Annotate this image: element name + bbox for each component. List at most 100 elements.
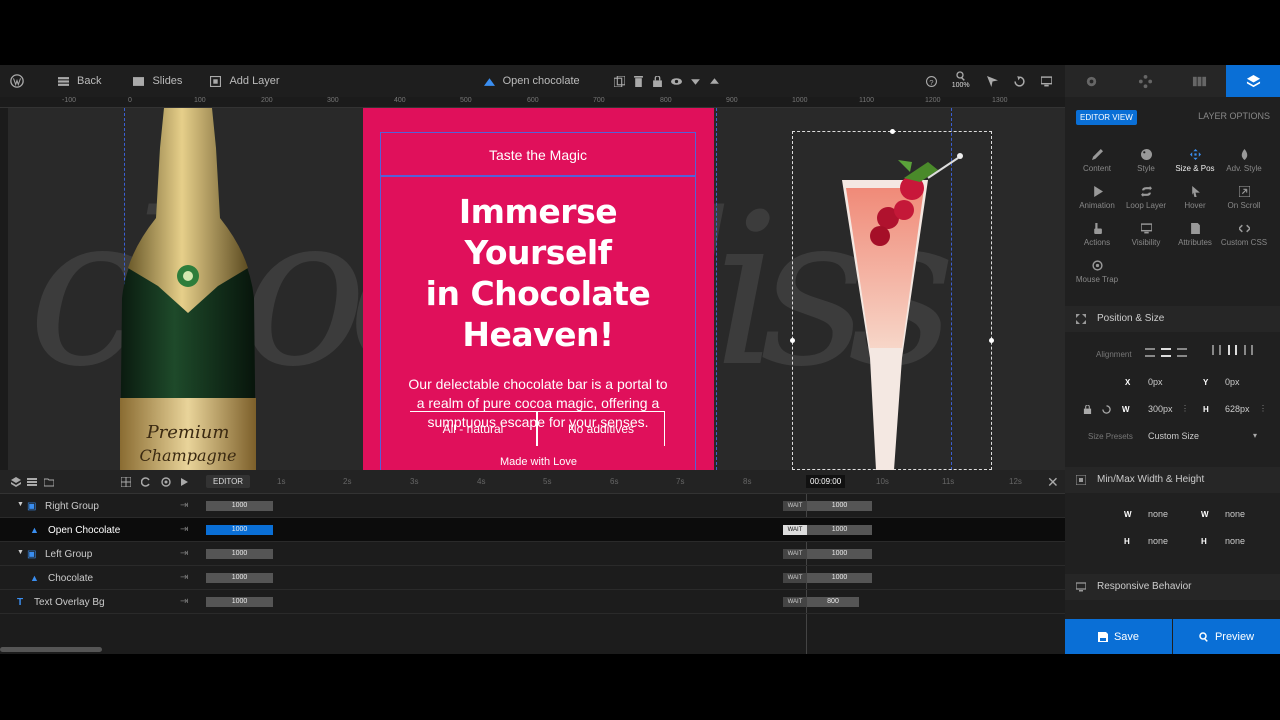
option-attributes[interactable]: Attributes <box>1169 223 1221 247</box>
headline[interactable]: Immerse Yourself in Chocolate Heaven! <box>381 191 695 355</box>
tab-layers[interactable] <box>1226 65 1280 97</box>
collapse-icon[interactable]: ▼ <box>17 501 24 508</box>
section-position-size[interactable]: Position & Size <box>1065 306 1280 332</box>
align-middle-button[interactable] <box>1228 345 1237 355</box>
width-menu-icon[interactable]: ⋮ <box>1181 404 1189 413</box>
delete-button[interactable] <box>629 65 648 97</box>
loop-icon[interactable] <box>141 477 151 487</box>
add-layer-button[interactable]: Add Layer <box>198 65 291 97</box>
editor-view-button[interactable]: EDITOR VIEW <box>1076 110 1137 125</box>
cocktail-glass-image[interactable] <box>828 148 978 470</box>
option-custom-css[interactable]: Custom CSS <box>1218 223 1270 247</box>
slide-canvas[interactable]: chocobliss <box>8 108 1065 470</box>
min-width-input[interactable]: none <box>1148 509 1168 519</box>
wait-label[interactable]: WAIT <box>783 501 807 511</box>
tagline-text[interactable]: Taste the Magic <box>381 133 695 177</box>
option-content[interactable]: Content <box>1071 149 1123 173</box>
option-actions[interactable]: Actions <box>1071 223 1123 247</box>
lock-icon[interactable] <box>1083 405 1092 414</box>
tagline-box[interactable]: Taste the Magic <box>380 132 696 176</box>
option-style[interactable]: Style <box>1120 149 1172 173</box>
zoom-control[interactable]: 100% <box>943 65 979 97</box>
timeline-scrollbar[interactable] <box>0 647 102 652</box>
play-icon[interactable] <box>179 477 189 487</box>
reset-icon[interactable] <box>1102 405 1111 414</box>
width-input[interactable]: 300px <box>1148 404 1173 414</box>
list-icon[interactable] <box>27 477 37 487</box>
tab-navigation[interactable] <box>1119 65 1173 97</box>
resize-handle[interactable] <box>890 129 895 134</box>
pill-all-natural[interactable]: All - natural <box>410 412 537 446</box>
arrow-right-icon[interactable]: ⇥ <box>180 596 188 607</box>
height-menu-icon[interactable]: ⋮ <box>1259 404 1267 413</box>
help-button[interactable]: ? <box>920 65 943 97</box>
close-icon[interactable]: ✕ <box>1047 474 1059 491</box>
option-loop-layer[interactable]: Loop Layer <box>1120 186 1172 210</box>
wait-bar[interactable]: 800 <box>807 597 859 607</box>
wait-bar[interactable]: 1000 <box>807 549 872 559</box>
duration-bar[interactable]: 1000 <box>206 525 273 535</box>
slide-content-layer[interactable]: Taste the Magic Immerse Yourself in Choc… <box>363 108 714 470</box>
wait-label[interactable]: WAIT <box>783 549 807 559</box>
wait-label[interactable]: WAIT <box>783 597 807 607</box>
lock-button[interactable] <box>648 65 667 97</box>
option-on-scroll[interactable]: On Scroll <box>1218 186 1270 210</box>
wordpress-button[interactable] <box>0 65 36 97</box>
option-size-pos[interactable]: Size & Pos <box>1169 149 1221 173</box>
size-presets-select[interactable]: Custom Size ▾ <box>1148 428 1263 444</box>
pointer-button[interactable] <box>979 65 1006 97</box>
option-visibility[interactable]: Visibility <box>1120 223 1172 247</box>
tab-settings[interactable] <box>1065 65 1119 97</box>
max-width-input[interactable]: none <box>1225 509 1245 519</box>
align-top-button[interactable] <box>1212 345 1221 355</box>
height-input[interactable]: 628px <box>1225 404 1250 414</box>
option-animation[interactable]: Animation <box>1071 186 1123 210</box>
champagne-bottle-image[interactable]: Premium Champagne <box>120 108 256 470</box>
move-up-button[interactable] <box>705 65 724 97</box>
current-layer-selector[interactable]: Open chocolate <box>472 65 592 97</box>
save-button[interactable]: Save <box>1065 619 1172 654</box>
pill-no-additives[interactable]: No additives <box>537 412 665 446</box>
preview-button[interactable]: Preview <box>1173 619 1280 654</box>
wait-label[interactable]: WAIT <box>783 525 807 535</box>
align-bottom-button[interactable] <box>1244 345 1253 355</box>
timeline-row[interactable]: ▼ ▣ Right Group ⇥ 1000 WAIT 1000 <box>0 494 1065 518</box>
duration-bar[interactable]: 1000 <box>206 501 273 511</box>
collapse-icon[interactable]: ▼ <box>17 549 24 556</box>
duration-bar[interactable]: 1000 <box>206 549 273 559</box>
timeline-row[interactable]: T Text Overlay Bg ⇥ 1000 WAIT 800 <box>0 590 1065 614</box>
undo-button[interactable] <box>1006 65 1033 97</box>
tab-slides[interactable] <box>1173 65 1227 97</box>
folder-icon[interactable] <box>44 477 54 487</box>
wait-bar[interactable]: 1000 <box>807 573 872 583</box>
option-adv-style[interactable]: Adv. Style <box>1218 149 1270 173</box>
align-left-button[interactable] <box>1145 348 1155 357</box>
slides-button[interactable]: Slides <box>121 65 194 97</box>
section-min-max[interactable]: Min/Max Width & Height <box>1065 467 1280 493</box>
wait-bar[interactable]: 1000 <box>807 525 872 535</box>
wait-label[interactable]: WAIT <box>783 573 807 583</box>
move-down-button[interactable] <box>686 65 705 97</box>
device-button[interactable] <box>1033 65 1060 97</box>
arrow-right-icon[interactable]: ⇥ <box>180 524 188 535</box>
made-with-love-text[interactable]: Made with Love <box>363 456 714 468</box>
max-height-input[interactable]: none <box>1225 536 1245 546</box>
resize-handle[interactable] <box>790 338 795 343</box>
arrow-right-icon[interactable]: ⇥ <box>180 500 188 511</box>
option-hover[interactable]: Hover <box>1169 186 1221 210</box>
resize-handle[interactable] <box>989 338 994 343</box>
align-center-button[interactable] <box>1161 348 1171 357</box>
timeline-editor-label[interactable]: EDITOR <box>206 475 251 488</box>
timeline-row-selected[interactable]: ▲ Open Chocolate ⇥ 1000 WAIT 1000 <box>0 518 1065 542</box>
duration-bar[interactable]: 1000 <box>206 573 273 583</box>
option-mouse-trap[interactable]: Mouse Trap <box>1071 260 1123 284</box>
target-icon[interactable] <box>161 477 171 487</box>
align-right-button[interactable] <box>1177 348 1187 357</box>
timeline-row[interactable]: ▼ ▣ Left Group ⇥ 1000 WAIT 1000 <box>0 542 1065 566</box>
section-responsive[interactable]: Responsive Behavior <box>1065 574 1280 600</box>
timeline-row[interactable]: ▲ Chocolate ⇥ 1000 WAIT 1000 <box>0 566 1065 590</box>
layers-icon[interactable] <box>11 477 21 487</box>
wait-bar[interactable]: 1000 <box>807 501 872 511</box>
grid-icon[interactable] <box>121 477 131 487</box>
duration-bar[interactable]: 1000 <box>206 597 273 607</box>
